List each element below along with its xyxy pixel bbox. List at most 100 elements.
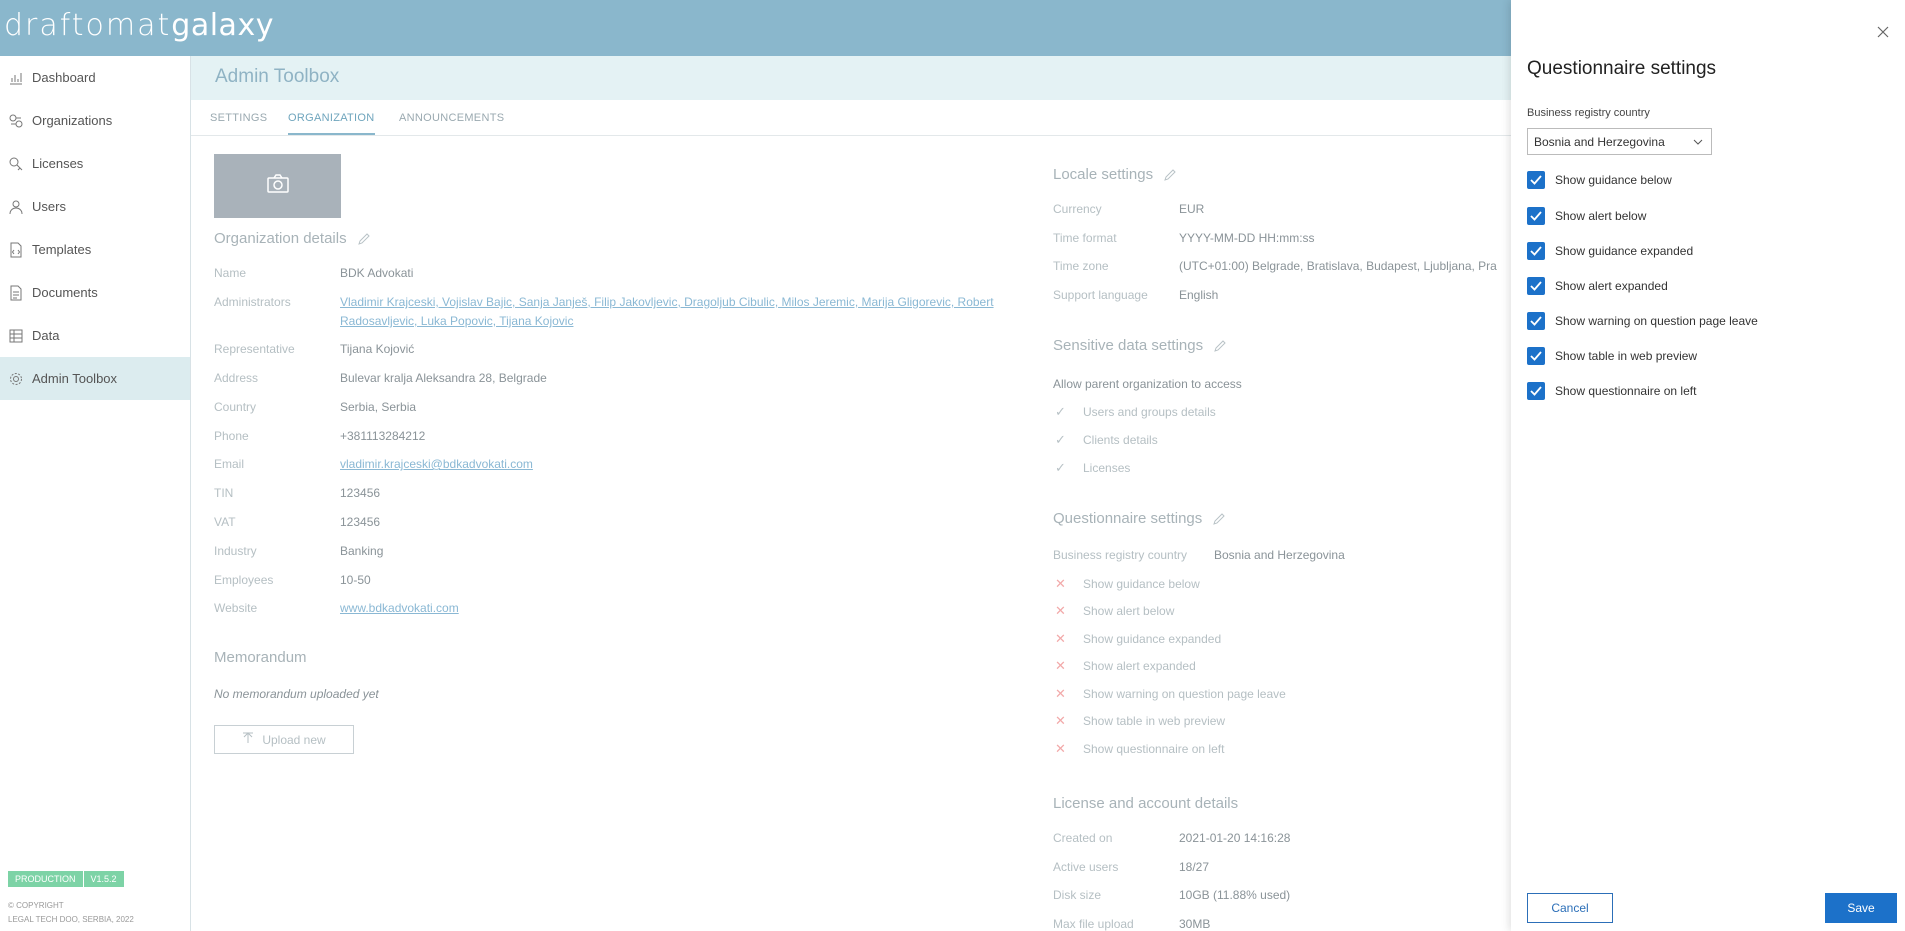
- field-label: Website: [214, 601, 258, 615]
- option-label: Show table in web preview: [1555, 349, 1698, 363]
- field-value-currency: EUR: [1179, 202, 1205, 216]
- tab-announcements[interactable]: ANNOUNCEMENTS: [399, 112, 504, 124]
- x-icon: ✕: [1055, 686, 1066, 701]
- field-label: Email: [214, 457, 245, 471]
- email-link[interactable]: vladimir.krajceski@bdkadvokati.com: [340, 457, 533, 471]
- option-label: Show alert below: [1555, 209, 1647, 223]
- sidebar-item-admin-toolbox[interactable]: Admin Toolbox: [0, 357, 190, 400]
- option-show-alert-expanded[interactable]: Show alert expanded: [1527, 277, 1668, 295]
- country-field-label: Business registry country: [1527, 107, 1650, 119]
- upload-new-button[interactable]: Upload new: [214, 725, 354, 754]
- field-value-support-language: English: [1179, 288, 1219, 302]
- field-label: Address: [214, 371, 259, 385]
- checkbox-checked[interactable]: [1527, 242, 1545, 260]
- option-label: Show warning on question page leave: [1555, 314, 1758, 328]
- tab-bar: SETTINGS ORGANIZATION ANNOUNCEMENTS: [191, 100, 1511, 136]
- checkbox-checked[interactable]: [1527, 207, 1545, 225]
- option-label: Show guidance below: [1555, 173, 1672, 187]
- option-show-guidance-below[interactable]: Show guidance below: [1527, 171, 1672, 189]
- sidebar-item-users[interactable]: Users: [0, 185, 190, 228]
- sidebar: Dashboard Organizations Licenses Users T…: [0, 56, 191, 931]
- sidebar-item-data[interactable]: Data: [0, 314, 190, 357]
- sidebar-item-label: Licenses: [32, 156, 84, 171]
- edit-pencil-icon[interactable]: [1163, 168, 1177, 182]
- sensitive-item: Users and groups details: [1083, 405, 1216, 419]
- organization-details-title: Organization details: [214, 230, 371, 247]
- field-value-created-on: 2021-01-20 14:16:28: [1179, 831, 1291, 845]
- app-logo[interactable]: draftomatgalaxy: [4, 8, 274, 43]
- field-label: Support language: [1053, 288, 1148, 302]
- copyright-line: © COPYRIGHT: [8, 901, 64, 910]
- check-icon: ✓: [1055, 432, 1066, 447]
- option-label: Show alert expanded: [1555, 279, 1668, 293]
- field-value-phone: +381113284212: [340, 429, 426, 443]
- x-icon: ✕: [1055, 631, 1066, 646]
- questionnaire-item: Show alert expanded: [1083, 659, 1196, 673]
- chart-icon: [8, 70, 24, 86]
- option-show-questionnaire-left[interactable]: Show questionnaire on left: [1527, 382, 1696, 400]
- questionnaire-settings-title: Questionnaire settings: [1053, 510, 1226, 527]
- sidebar-item-label: Dashboard: [32, 70, 96, 85]
- save-button[interactable]: Save: [1825, 893, 1897, 923]
- field-value-employees: 10-50: [340, 573, 371, 587]
- checkbox-checked[interactable]: [1527, 277, 1545, 295]
- sidebar-item-licenses[interactable]: Licenses: [0, 142, 190, 185]
- edit-pencil-icon[interactable]: [1212, 512, 1226, 526]
- organization-photo-upload[interactable]: [214, 154, 341, 218]
- field-label: Time zone: [1053, 259, 1109, 273]
- tab-organization[interactable]: ORGANIZATION: [288, 112, 375, 135]
- country-select[interactable]: Bosnia and Herzegovina: [1527, 128, 1712, 155]
- key-icon: [8, 156, 24, 172]
- questionnaire-item: Show warning on question page leave: [1083, 687, 1286, 701]
- website-link[interactable]: www.bdkadvokati.com: [340, 601, 459, 615]
- memorandum-title: Memorandum: [214, 649, 307, 666]
- sidebar-item-label: Organizations: [32, 113, 113, 128]
- upload-label: Upload new: [262, 732, 326, 747]
- x-icon: ✕: [1055, 741, 1066, 756]
- field-value-industry: Banking: [340, 544, 384, 558]
- questionnaire-item: Show guidance expanded: [1083, 632, 1222, 646]
- administrators-links[interactable]: Vladimir Krajceski, Vojislav Bajic, Sanj…: [340, 293, 1020, 331]
- field-label: Country: [214, 400, 257, 414]
- field-value-name: BDK Advokati: [340, 266, 414, 280]
- sidebar-item-templates[interactable]: Templates: [0, 228, 190, 271]
- cancel-button[interactable]: Cancel: [1527, 893, 1613, 923]
- checkbox-checked[interactable]: [1527, 171, 1545, 189]
- field-label: Max file upload: [1053, 917, 1134, 931]
- option-show-table-web-preview[interactable]: Show table in web preview: [1527, 347, 1697, 365]
- option-label: Show questionnaire on left: [1555, 384, 1697, 398]
- checkbox-checked[interactable]: [1527, 347, 1545, 365]
- option-show-warning-on-leave[interactable]: Show warning on question page leave: [1527, 312, 1758, 330]
- copyright-line: LEGAL TECH DOO, SERBIA, 2022: [8, 915, 134, 924]
- sidebar-item-documents[interactable]: Documents: [0, 271, 190, 314]
- sidebar-item-label: Data: [32, 328, 60, 343]
- country-select-value: Bosnia and Herzegovina: [1534, 134, 1665, 149]
- sidebar-item-label: Documents: [32, 285, 98, 300]
- tab-settings[interactable]: SETTINGS: [210, 112, 267, 124]
- section-title-text: Questionnaire settings: [1053, 510, 1203, 527]
- sidebar-item-label: Admin Toolbox: [32, 371, 118, 386]
- x-icon: ✕: [1055, 603, 1066, 618]
- checkbox-checked[interactable]: [1527, 312, 1545, 330]
- section-title-text: Locale settings: [1053, 166, 1154, 183]
- option-show-guidance-expanded[interactable]: Show guidance expanded: [1527, 242, 1693, 260]
- version-badge: V1.5.2: [82, 871, 124, 887]
- field-label: Employees: [214, 573, 274, 587]
- option-label: Show guidance expanded: [1555, 244, 1694, 258]
- locale-settings-title: Locale settings: [1053, 166, 1177, 183]
- field-value-max-file-upload: 30MB: [1179, 917, 1211, 931]
- field-label: TIN: [214, 486, 234, 500]
- drawer-title: Questionnaire settings: [1527, 58, 1717, 79]
- edit-pencil-icon[interactable]: [357, 232, 371, 246]
- edit-pencil-icon[interactable]: [1213, 339, 1227, 353]
- checkbox-checked[interactable]: [1527, 382, 1545, 400]
- close-icon[interactable]: [1875, 24, 1891, 40]
- questionnaire-settings-drawer: Questionnaire settings Business registry…: [1511, 0, 1905, 931]
- option-show-alert-below[interactable]: Show alert below: [1527, 207, 1646, 225]
- sidebar-item-dashboard[interactable]: Dashboard: [0, 56, 190, 99]
- sidebar-item-label: Templates: [32, 242, 92, 257]
- sensitive-item: Clients details: [1083, 433, 1158, 447]
- sidebar-item-organizations[interactable]: Organizations: [0, 99, 190, 142]
- field-label: Disk size: [1053, 888, 1102, 902]
- field-value-representative: Tijana Kojović: [340, 342, 415, 356]
